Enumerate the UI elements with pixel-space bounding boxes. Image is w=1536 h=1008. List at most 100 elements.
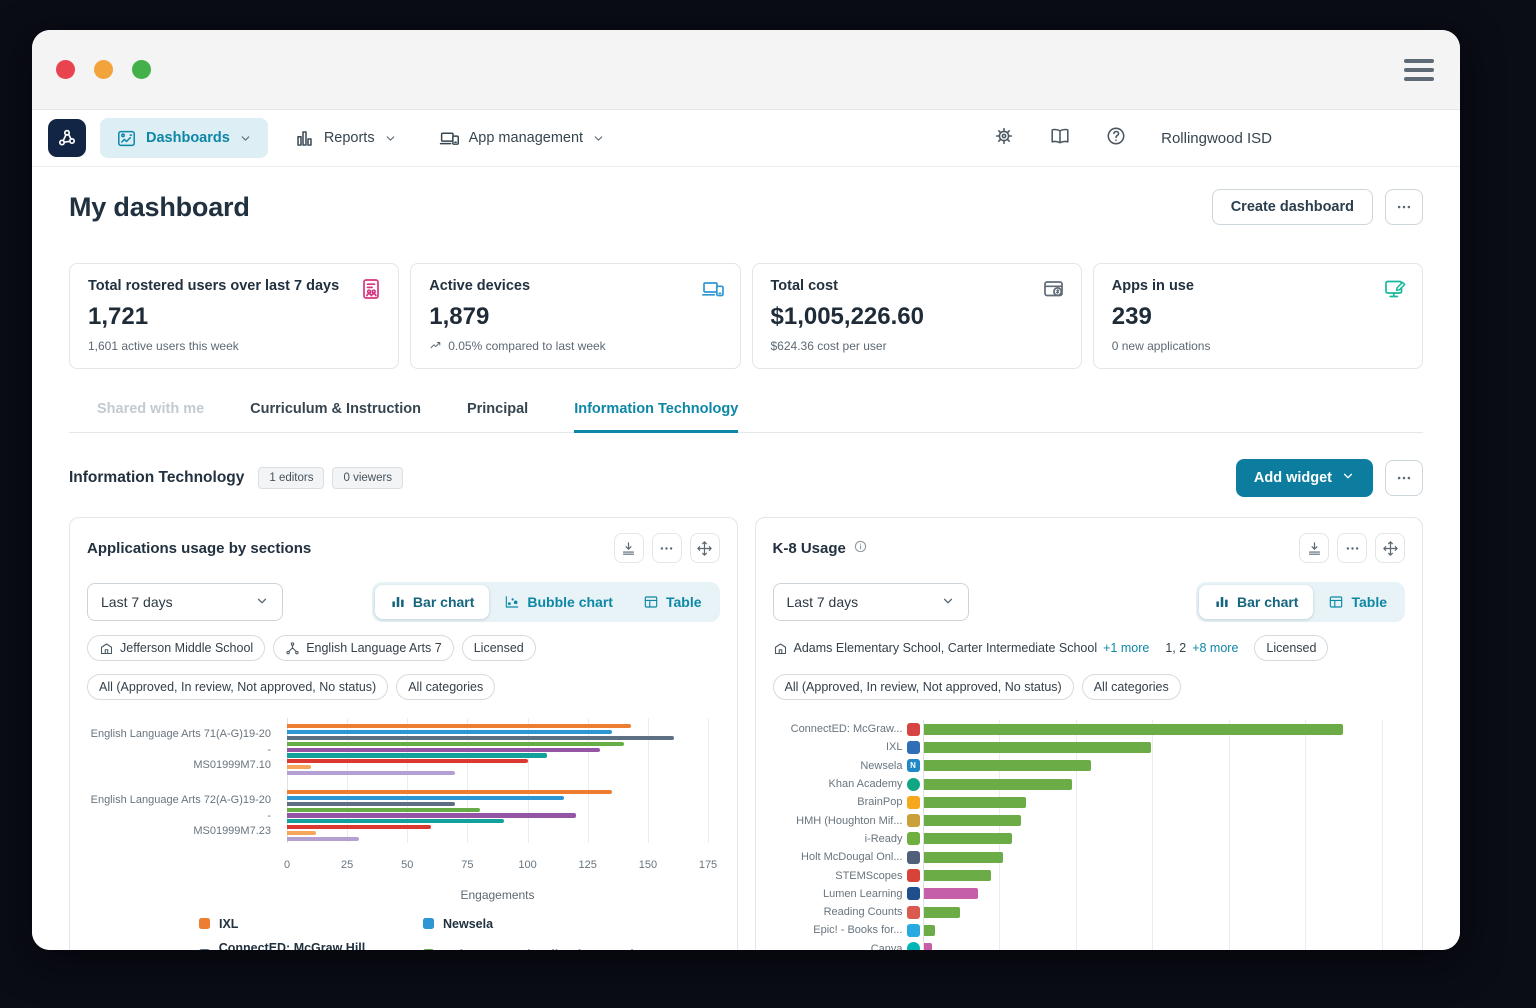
create-dashboard-button[interactable]: Create dashboard	[1212, 189, 1373, 225]
chevron-down-icon	[941, 594, 955, 608]
app-icon	[907, 814, 920, 827]
chart-row: IXL	[773, 738, 1406, 756]
filter-chip[interactable]: All (Approved, In review, Not approved, …	[773, 674, 1074, 700]
bar	[287, 808, 480, 812]
nav-items: Dashboards Reports App management	[100, 118, 621, 158]
filter-item[interactable]: 1, 2+8 more	[1165, 641, 1238, 655]
view-label: Table	[1351, 594, 1387, 610]
bar	[287, 730, 612, 734]
book-icon[interactable]	[1049, 125, 1071, 152]
help-icon[interactable]	[1105, 125, 1127, 152]
bar	[287, 819, 504, 823]
chart-category-group: English Language Arts 72(A-G)19-20 -MS01…	[87, 790, 720, 843]
app-icon	[907, 906, 920, 919]
app-label: Canva	[773, 943, 903, 950]
app-label: ConnectED: McGraw...	[773, 723, 903, 735]
chart-row: STEMScopes	[773, 866, 1406, 884]
filter-label: English Language Arts 7	[306, 641, 442, 655]
filter-label: Licensed	[1266, 641, 1316, 655]
info-icon[interactable]	[853, 539, 868, 558]
time-range-select[interactable]: Last 7 days	[87, 583, 283, 621]
stat-title: Total cost	[771, 278, 1063, 294]
chart-row: NewselaN	[773, 757, 1406, 775]
nav-item-label: Reports	[324, 130, 375, 146]
bubble-sm-icon	[504, 594, 520, 610]
hamburger-menu-icon[interactable]	[1404, 59, 1434, 81]
chart-category-group: English Language Arts 71(A-G)19-20 -MS01…	[87, 724, 720, 777]
more-button[interactable]	[1337, 533, 1367, 563]
app-label: i-Ready	[773, 833, 903, 845]
section-badges: 1 editors 0 viewers	[258, 467, 403, 489]
show-more-link[interactable]: +1 more	[1103, 641, 1149, 655]
legend-swatch	[423, 918, 434, 929]
widget-k8-usage: K-8 Usage Last 7 days Bar chartTable Ada…	[755, 517, 1424, 950]
filter-chip[interactable]: All categories	[396, 674, 495, 700]
traffic-light-minimize[interactable]	[94, 60, 113, 79]
info-icon	[853, 539, 868, 554]
nav-item-label: Dashboards	[146, 130, 230, 146]
bar	[287, 765, 311, 769]
filter-chip[interactable]: Jefferson Middle School	[87, 635, 265, 661]
filter-chip[interactable]: Licensed	[462, 635, 536, 661]
chevron-down-icon	[1341, 469, 1355, 483]
move-button[interactable]	[1375, 533, 1405, 563]
app-management-icon	[439, 128, 460, 149]
time-range-select[interactable]: Last 7 days	[773, 583, 969, 621]
stat-title: Apps in use	[1112, 278, 1404, 294]
view-label: Bar chart	[1237, 594, 1298, 610]
chart-legend: IXLNewselaConnectED: McGraw Hill Educati…	[199, 917, 720, 950]
view-switcher: Bar chart Table	[1196, 582, 1405, 622]
show-more-link[interactable]: +8 more	[1192, 641, 1238, 655]
filter-chip[interactable]: All categories	[1082, 674, 1181, 700]
nav-item-reports[interactable]: Reports	[278, 118, 413, 158]
tab-curriculum-instruction[interactable]: Curriculum & Instruction	[250, 401, 421, 433]
category-label: English Language Arts 72(A-G)19-20 -MS01…	[87, 793, 279, 839]
view-bar-chart[interactable]: Bar chart	[375, 585, 489, 619]
download-button[interactable]	[614, 533, 644, 563]
bar	[287, 831, 316, 835]
stat-card: Apps in use2390 new applications	[1093, 263, 1423, 369]
view-bubble-chart[interactable]: Bubble chart	[489, 585, 628, 619]
traffic-light-close[interactable]	[56, 60, 75, 79]
gear-icon[interactable]	[993, 125, 1015, 152]
stat-value: $1,005,226.60	[771, 303, 1063, 331]
tab-information-technology[interactable]: Information Technology	[574, 401, 738, 433]
tab-shared-with-me[interactable]: Shared with me	[97, 401, 204, 433]
chart-row: Canva	[773, 940, 1406, 950]
view-bar-chart[interactable]: Bar chart	[1199, 585, 1313, 619]
permission-badge[interactable]: 1 editors	[258, 467, 324, 489]
app-label: Epic! - Books for...	[773, 924, 903, 936]
app-icon: N	[907, 759, 920, 772]
nav-item-app-management[interactable]: App management	[423, 118, 621, 158]
devices-icon	[701, 277, 725, 301]
download-button[interactable]	[1299, 533, 1329, 563]
brand-logo[interactable]	[48, 119, 86, 157]
filter-chip[interactable]: Licensed	[1254, 635, 1328, 661]
bar	[924, 833, 1012, 844]
chart-row: ConnectED: McGraw...	[773, 720, 1406, 738]
filter-chip[interactable]: All (Approved, In review, Not approved, …	[87, 674, 388, 700]
add-widget-button[interactable]: Add widget	[1236, 459, 1373, 497]
app-label: STEMScopes	[773, 870, 903, 882]
stat-title: Active devices	[429, 278, 721, 294]
filter-item[interactable]: Adams Elementary School, Carter Intermed…	[773, 641, 1150, 656]
view-table[interactable]: Table	[1313, 585, 1402, 619]
traffic-light-zoom[interactable]	[132, 60, 151, 79]
filter-chip[interactable]: English Language Arts 7	[273, 635, 454, 661]
chevron-down-icon	[592, 132, 605, 145]
nav-item-dashboards[interactable]: Dashboards	[100, 118, 268, 158]
app-label: IXL	[773, 741, 903, 753]
view-switcher: Bar chartBubble chartTable	[372, 582, 720, 622]
section-more-button[interactable]	[1385, 460, 1423, 496]
tab-principal[interactable]: Principal	[467, 401, 528, 433]
move-button[interactable]	[690, 533, 720, 563]
chevron-down-icon	[384, 132, 397, 145]
bar	[924, 870, 991, 881]
more-button[interactable]	[652, 533, 682, 563]
permission-badge[interactable]: 0 viewers	[332, 467, 403, 489]
view-table[interactable]: Table	[628, 585, 717, 619]
dashboard-more-button[interactable]	[1385, 189, 1423, 225]
gear-icon	[993, 125, 1015, 147]
legend-item: Holt McDougal Online (My HRW)	[423, 941, 720, 950]
filter-chips-row: All (Approved, In review, Not approved, …	[87, 674, 720, 700]
